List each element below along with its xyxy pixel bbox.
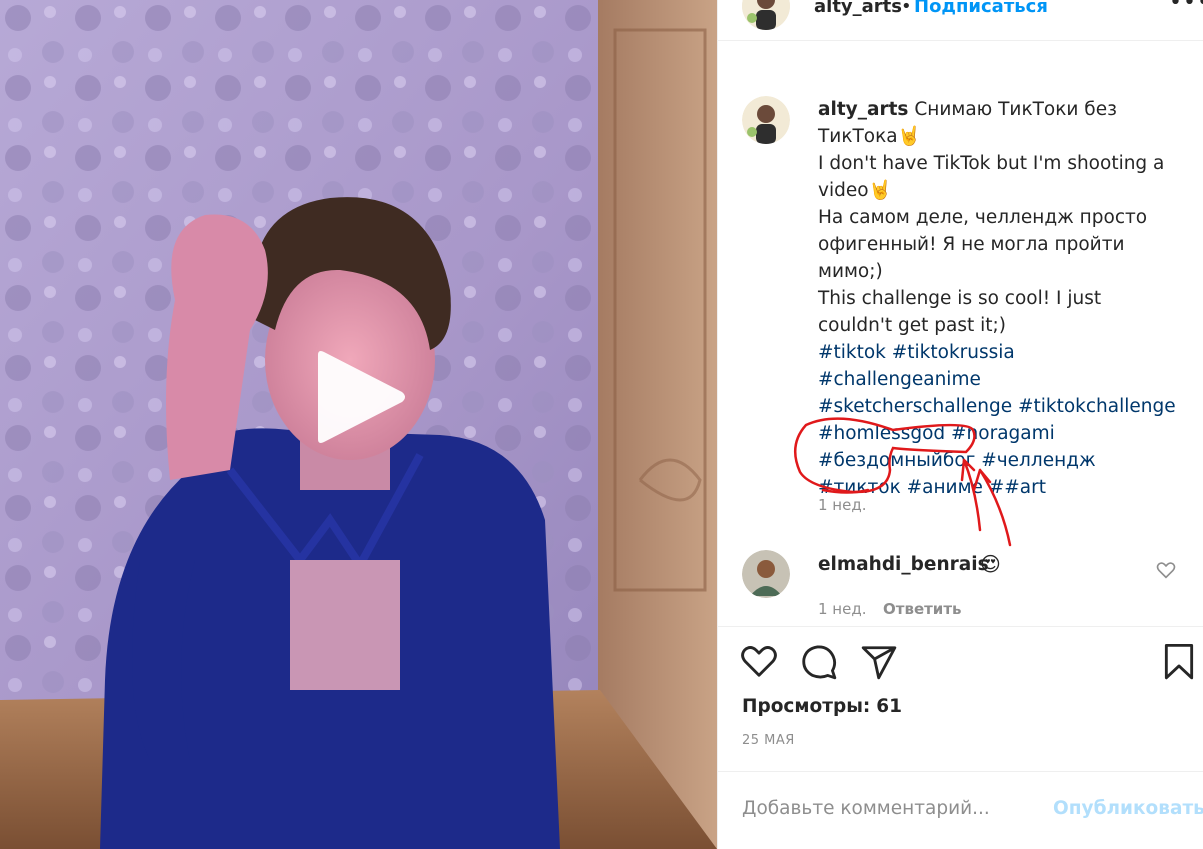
- bookmark-icon[interactable]: [1162, 643, 1196, 681]
- commenter-username[interactable]: elmahdi_benrais: [818, 554, 989, 575]
- publish-button[interactable]: Опубликовать: [1053, 798, 1203, 819]
- caption-text: Снимаю ТикТоки без ТикТока🤘 I don't have…: [818, 99, 1165, 336]
- post-media-video[interactable]: [0, 0, 717, 849]
- post-date[interactable]: 25 МАЯ: [742, 733, 795, 748]
- caption-username[interactable]: alty_arts: [818, 99, 908, 120]
- author-avatar[interactable]: [742, 0, 790, 30]
- divider: [718, 626, 1203, 627]
- reply-button[interactable]: Ответить: [883, 600, 962, 618]
- comment-timestamp[interactable]: 1 нед.: [818, 600, 867, 618]
- post-caption: alty_arts Снимаю ТикТоки без ТикТока🤘 I …: [818, 96, 1178, 501]
- follow-button[interactable]: Подписаться: [914, 0, 1048, 17]
- comment-like-icon[interactable]: [1156, 561, 1176, 579]
- divider: [718, 771, 1203, 772]
- commenter-avatar[interactable]: [742, 550, 790, 598]
- author-username[interactable]: alty_arts: [814, 0, 902, 17]
- comment-text: 😍: [980, 552, 1001, 576]
- views-number: 61: [876, 696, 902, 717]
- post-details-panel: alty_arts • Подписаться ••• alty_arts Сн…: [717, 0, 1203, 849]
- views-count[interactable]: Просмотры: 61: [742, 696, 902, 717]
- play-icon[interactable]: [314, 349, 408, 445]
- more-icon[interactable]: •••: [1169, 0, 1203, 15]
- caption-hashtags[interactable]: #tiktok #tiktokrussia #challengeanime #s…: [818, 342, 1176, 498]
- comment-icon[interactable]: [800, 643, 838, 681]
- share-icon[interactable]: [860, 643, 898, 681]
- post-header: alty_arts • Подписаться •••: [718, 0, 1203, 41]
- heart-icon[interactable]: [740, 643, 778, 679]
- caption-timestamp[interactable]: 1 нед.: [818, 496, 867, 514]
- separator-dot: •: [901, 0, 912, 17]
- caption-author-avatar[interactable]: [742, 96, 790, 144]
- add-comment-input[interactable]: Добавьте комментарий...: [742, 798, 990, 819]
- views-label: Просмотры:: [742, 696, 871, 717]
